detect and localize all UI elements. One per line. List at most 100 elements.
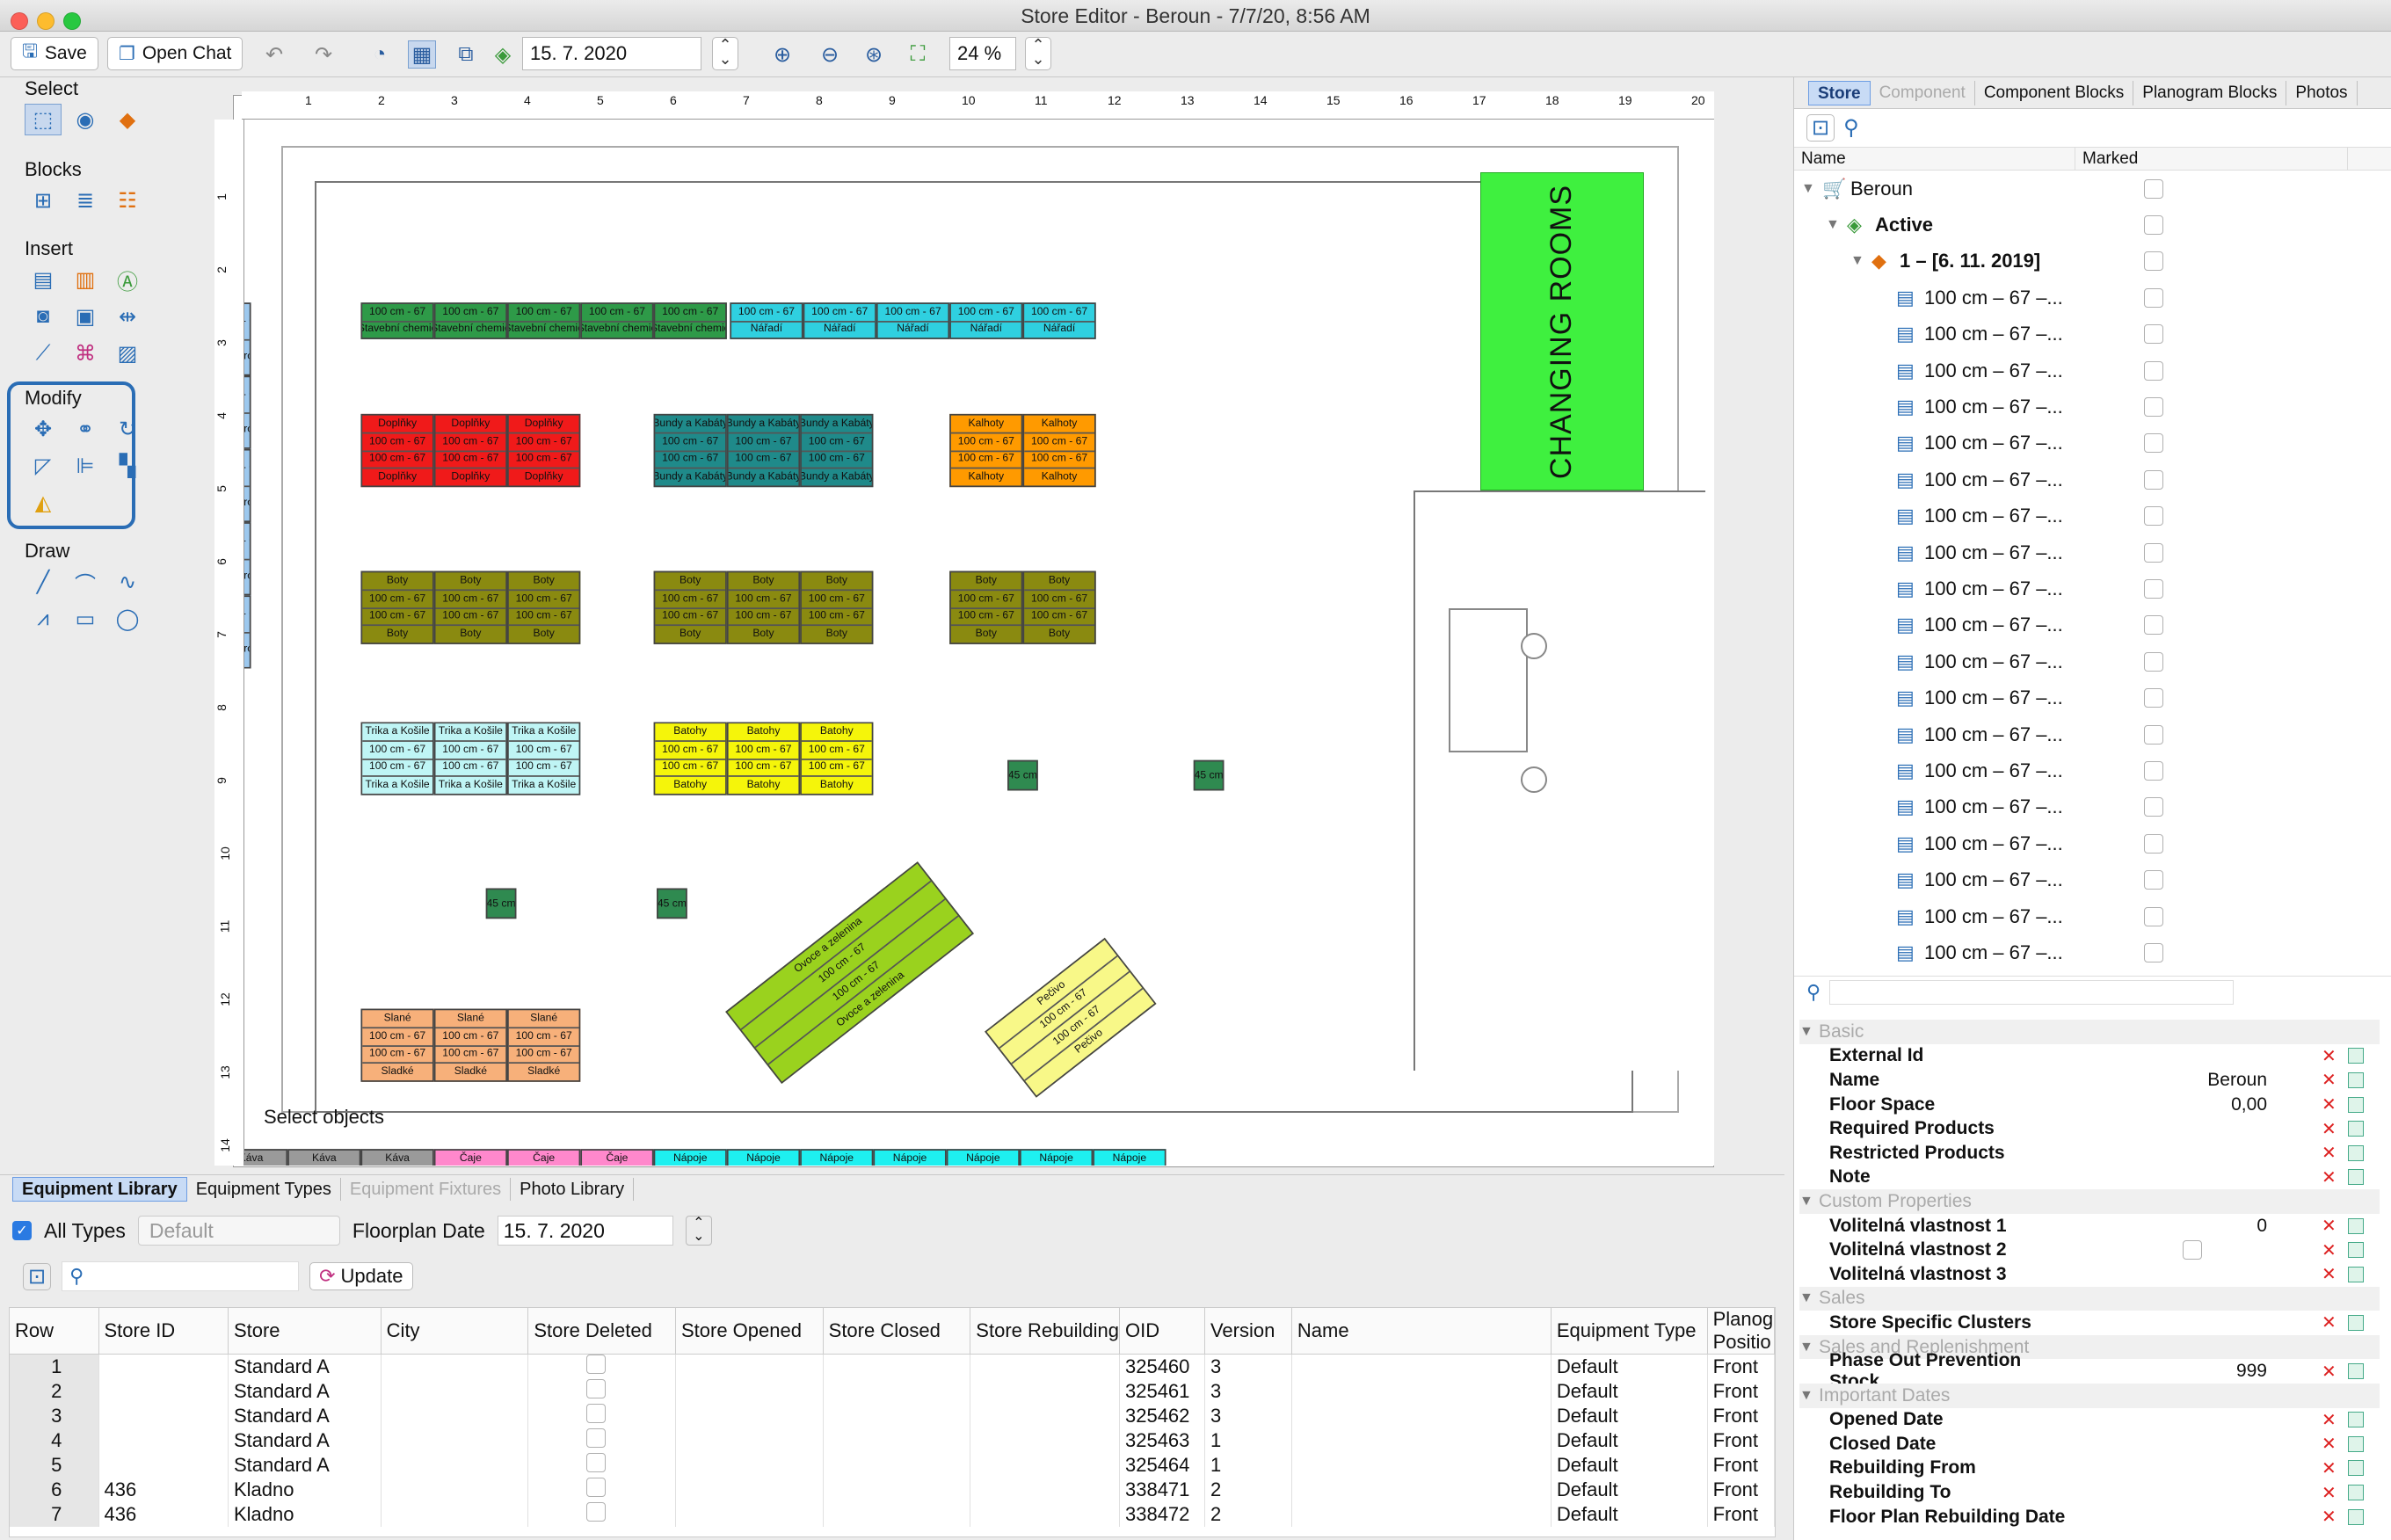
tree-row[interactable]: ▤ 100 cm – 67 –... [1794, 425, 2391, 461]
edit-icon[interactable] [2348, 1508, 2364, 1525]
tree-row[interactable]: ▤ 100 cm – 67 –... [1794, 352, 2391, 389]
insert-image-icon[interactable]: ▨ [109, 338, 146, 369]
table-row[interactable]: 6 436 Kladno 338471 2 Default Front [10, 1478, 1775, 1502]
store-deleted-checkbox[interactable] [586, 1379, 607, 1398]
fixture-napoje[interactable]: Nápoje100 cm - 67 [1093, 1149, 1166, 1166]
marked-checkbox[interactable] [2144, 651, 2163, 672]
property-row[interactable]: Opened Date ✕ [1799, 1408, 2380, 1433]
property-row[interactable]: Name Beroun ✕ [1799, 1068, 2380, 1093]
clear-icon[interactable]: ✕ [2322, 1045, 2336, 1067]
property-row[interactable]: External Id ✕ [1799, 1044, 2380, 1069]
fixture-napoje[interactable]: Nápoje100 cm - 67 [873, 1149, 947, 1166]
tree-row[interactable]: ▤ 100 cm – 67 –... [1794, 898, 2391, 934]
fixture-slane[interactable]: Slané 100 cm - 67 100 cm - 67 Sladké [360, 1008, 434, 1082]
property-row[interactable]: Floor Space 0,00 ✕ [1799, 1093, 2380, 1117]
column-header[interactable]: Name [1291, 1308, 1552, 1355]
zoom-selection-icon[interactable]: ⊛ [860, 40, 888, 69]
fixture-kava[interactable]: Káva100 cm - 67 [287, 1149, 361, 1166]
tree-row[interactable]: ▤ 100 cm – 67 –... [1794, 570, 2391, 607]
insert-line-icon[interactable]: ⟋ [25, 338, 62, 369]
fixture-doplnky[interactable]: Doplňky 100 cm - 67 100 cm - 67 Doplňky [360, 413, 434, 488]
date-field[interactable]: 15. 7. 2020 [522, 37, 701, 70]
fixture-boty[interactable]: Boty 100 cm - 67 100 cm - 67 Boty [800, 570, 874, 644]
expand-arrow-icon[interactable]: ▼ [1801, 181, 1822, 197]
clear-icon[interactable]: ✕ [2322, 1118, 2336, 1140]
marked-checkbox[interactable] [2144, 397, 2163, 418]
fixture-naradi[interactable]: 100 cm - 67 Nářadí [949, 302, 1023, 339]
marked-checkbox[interactable] [2144, 906, 2163, 926]
marked-checkbox[interactable] [2144, 542, 2163, 563]
fixture-boty[interactable]: Boty 100 cm - 67 100 cm - 67 Boty [1022, 570, 1096, 644]
column-header[interactable]: Store Opened [675, 1308, 824, 1355]
marked-checkbox[interactable] [2144, 433, 2163, 454]
store-deleted-checkbox[interactable] [586, 1355, 607, 1374]
marked-checkbox[interactable] [2144, 469, 2163, 490]
tree-row[interactable]: ▤ 100 cm – 67 –... [1794, 825, 2391, 861]
tree-row[interactable]: ▤ 100 cm – 67 –... [1794, 716, 2391, 752]
select-point-icon[interactable]: ◉ [67, 104, 104, 135]
tree-row[interactable]: ▤ 100 cm – 67 –... [1794, 498, 2391, 534]
fixture-slane[interactable]: Slané 100 cm - 67 100 cm - 67 Sladké [507, 1008, 581, 1082]
section-arrow-icon[interactable]: ▼ [1799, 1024, 1819, 1040]
zoom-field[interactable]: 24 % [949, 37, 1016, 70]
zoom-out-icon[interactable]: ⊖ [816, 40, 844, 69]
edit-icon[interactable] [2348, 1071, 2364, 1088]
store-deleted-checkbox[interactable] [586, 1478, 607, 1497]
section-arrow-icon[interactable]: ▼ [1799, 1388, 1819, 1404]
edit-icon[interactable] [2348, 1217, 2364, 1234]
tree-row[interactable]: ▤ 100 cm – 67 –... [1794, 934, 2391, 970]
tab-equipment-library[interactable]: Equipment Library [12, 1177, 187, 1202]
marked-checkbox[interactable] [2144, 615, 2163, 636]
floorplan-date-stepper[interactable]: ⌃ ⌄ [685, 1216, 712, 1246]
undo-icon[interactable]: ↶ [260, 40, 288, 69]
tree-row[interactable]: ▤ 100 cm – 67 –... [1794, 461, 2391, 498]
fixture-bundy[interactable]: Bundy a Kabáty 100 cm - 67 100 cm - 67 Bund… [726, 413, 801, 488]
table-row[interactable]: 5 Standard A 325464 1 Default Front [10, 1453, 1775, 1478]
fixture-chemie[interactable]: 100 cm - 67 Stavební chemie [507, 302, 581, 339]
fixture-kava[interactable]: Káva100 cm - 67 [244, 1149, 288, 1166]
fixture-bundy[interactable]: Bundy a Kabáty 100 cm - 67 100 cm - 67 Bund… [653, 413, 727, 488]
fixture-naradi[interactable]: 100 cm - 67 Nářadí [803, 302, 876, 339]
fixture-batohy[interactable]: Batohy 100 cm - 67 100 cm - 67 Batohy [653, 722, 727, 795]
fixture-kava[interactable]: Káva100 cm - 67 [360, 1149, 434, 1166]
fixture-doplnky[interactable]: Doplňky 100 cm - 67 100 cm - 67 Doplňky [433, 413, 508, 488]
edit-icon[interactable] [2348, 1460, 2364, 1477]
save-button[interactable]: 🖫 Save [11, 37, 98, 70]
tree-search-input[interactable] [1868, 115, 2391, 142]
tree-row[interactable]: ▤ 100 cm – 67 –... [1794, 752, 2391, 788]
table-row[interactable]: 7 436 Kladno 338472 2 Default Front [10, 1502, 1775, 1527]
marked-checkbox[interactable] [2144, 870, 2163, 890]
fixture-napoje[interactable]: Nápoje100 cm - 67 [1019, 1149, 1094, 1166]
table-row[interactable]: 4 Standard A 325463 1 Default Front [10, 1428, 1775, 1453]
zoom-in-icon[interactable]: ⊕ [768, 40, 796, 69]
fixture-naradi[interactable]: 100 cm - 67 Nářadí [730, 302, 803, 339]
floorplan[interactable]: CHANGING ROOMS 100 cm - 67 Stavební chemi… [244, 120, 1714, 1166]
tab-component-blocks[interactable]: Component Blocks [1975, 80, 2134, 105]
tree-row[interactable]: ▼ 🛒 Beroun [1794, 171, 2391, 207]
marked-checkbox[interactable] [2144, 178, 2163, 199]
marked-checkbox[interactable] [2144, 287, 2163, 308]
fixture-batohy[interactable]: Batohy 100 cm - 67 100 cm - 67 Batohy [726, 722, 801, 795]
column-header[interactable]: Version [1204, 1308, 1292, 1355]
property-row[interactable]: Rebuilding To ✕ [1799, 1480, 2380, 1505]
edit-icon[interactable] [2348, 1169, 2364, 1186]
type-select[interactable]: Default [137, 1216, 340, 1246]
fixture-small[interactable]: 45 cm [485, 888, 517, 919]
clear-icon[interactable]: ✕ [2322, 1263, 2336, 1285]
fixture-caje[interactable]: Čaje100 cm - 67 [580, 1149, 654, 1166]
clear-icon[interactable]: ✕ [2322, 1506, 2336, 1528]
library-search-input[interactable]: ⚲ [62, 1261, 300, 1291]
fixture-caje[interactable]: Čaje100 cm - 67 [507, 1149, 581, 1166]
all-types-checkbox[interactable]: ✓ [12, 1221, 32, 1240]
column-header[interactable]: Equipment Type [1551, 1308, 1708, 1355]
fixture-small[interactable]: 45 cm [657, 888, 687, 919]
fixture-chemie[interactable]: 100 cm - 67 Stavební chemie [360, 302, 434, 339]
block-create-icon[interactable]: ⊞ [25, 185, 62, 216]
measure-icon[interactable]: ◔ [366, 40, 394, 69]
column-header[interactable]: Row [10, 1308, 99, 1355]
insert-pdf-icon[interactable]: ⌘ [67, 338, 104, 369]
column-header[interactable]: OID [1119, 1308, 1205, 1355]
insert-shelf-icon[interactable]: ▤ [25, 264, 62, 295]
store-deleted-checkbox[interactable] [586, 1502, 607, 1522]
fixture-mlecne[interactable]: 100 cm - 67Mléčné výrobky [244, 375, 251, 449]
